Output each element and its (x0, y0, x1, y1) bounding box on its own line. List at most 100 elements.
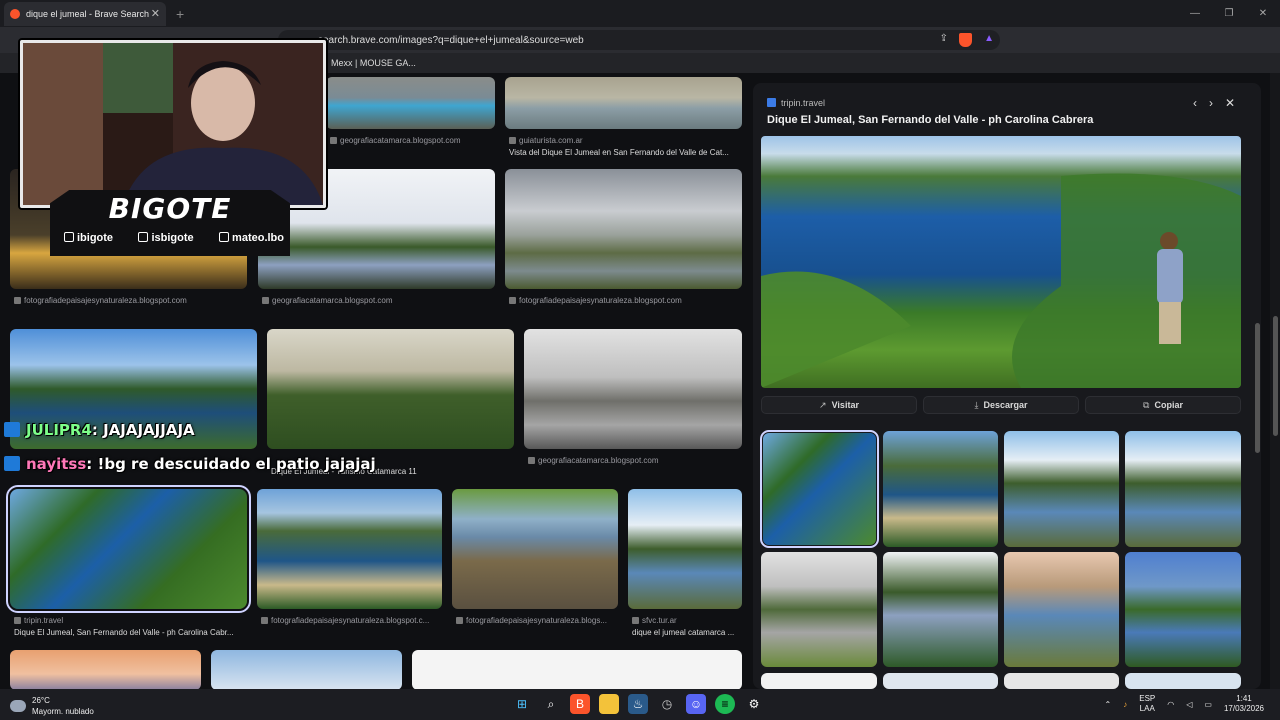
instagram-icon (219, 232, 230, 242)
brave-favicon-icon (10, 8, 20, 19)
system-tray: ⌃ ♪ ESP LAA ◠ ◁ ▭ 1:41 17/03/2026 (1105, 694, 1264, 714)
close-tab-icon[interactable]: ✕ (151, 7, 160, 20)
panel-scrollbar[interactable] (1253, 83, 1261, 689)
result-image[interactable] (267, 329, 514, 449)
external-link-icon: ↗ (819, 399, 827, 410)
taskbar-apps: ⊞ ⌕ B ♨ ◷ ☺ ≡ ⚙ (512, 694, 764, 714)
result-image[interactable] (505, 77, 742, 129)
result-source[interactable]: fotografiadepaisajesynaturaleza.blogspot… (509, 296, 682, 305)
clock-app-icon[interactable]: ◷ (657, 694, 677, 714)
weather-widget[interactable]: 26°C Mayorm. nublado (10, 695, 94, 717)
share-icon[interactable]: ⇪ (940, 33, 948, 44)
steam-icon[interactable]: ♨ (628, 694, 648, 714)
result-title[interactable]: dique el jumeal catamarca ... (632, 628, 742, 637)
result-source[interactable]: fotografiadepaisajesynaturaleza.blogspot… (14, 296, 187, 305)
copy-button[interactable]: ⧉ Copiar (1085, 396, 1241, 414)
site-favicon-icon (767, 98, 776, 107)
spotify-icon[interactable]: ≡ (715, 694, 735, 714)
clock[interactable]: 1:41 17/03/2026 (1224, 694, 1264, 714)
start-icon[interactable]: ⊞ (512, 694, 532, 714)
visit-button[interactable]: ↗ Visitar (761, 396, 917, 414)
result-title[interactable]: Dique El Jumeal, San Fernando del Valle … (14, 628, 246, 637)
related-image[interactable] (761, 673, 877, 689)
close-preview-icon[interactable]: ✕ (1225, 96, 1235, 110)
related-image[interactable] (1125, 552, 1241, 667)
instagram-handle: mateo.lbo (219, 232, 284, 244)
related-image[interactable] (883, 431, 998, 547)
site-favicon-icon (14, 297, 21, 304)
close-window-icon[interactable]: ✕ (1246, 0, 1280, 27)
result-source[interactable]: geografiacatamarca.blogspot.com (528, 456, 659, 465)
chat-message: nayitss: !bg re descuidado el patio jaja… (4, 455, 376, 473)
result-title[interactable]: Vista del Dique El Jumeal en San Fernand… (509, 148, 741, 157)
result-image[interactable] (326, 77, 495, 129)
file-explorer-icon[interactable] (599, 694, 619, 714)
minimize-icon[interactable]: — (1178, 0, 1212, 27)
tab-brave-search[interactable]: dique el jumeal - Brave Search ✕ (4, 1, 166, 26)
brave-app-icon[interactable]: B (570, 694, 590, 714)
wifi-icon[interactable]: ◠ (1167, 700, 1174, 709)
webcam-overlay (20, 40, 326, 208)
result-image[interactable] (10, 650, 201, 690)
maximize-icon[interactable]: ❐ (1212, 0, 1246, 27)
related-image[interactable] (883, 673, 998, 689)
tray-overflow-icon[interactable]: ⌃ (1105, 700, 1112, 709)
battery-icon[interactable]: ▭ (1204, 700, 1212, 709)
related-image[interactable] (1125, 431, 1241, 547)
result-image[interactable] (505, 169, 742, 289)
related-image[interactable] (1125, 673, 1241, 689)
related-image[interactable] (761, 552, 877, 667)
discord-icon[interactable]: ☺ (686, 694, 706, 714)
copy-icon: ⧉ (1143, 399, 1150, 410)
related-image[interactable] (1004, 673, 1119, 689)
result-image[interactable] (452, 489, 618, 609)
window-controls: — ❐ ✕ (1178, 0, 1280, 27)
result-source[interactable]: geografiacatamarca.blogspot.com (262, 296, 393, 305)
microphone-icon[interactable]: ♪ (1123, 700, 1127, 709)
url-field[interactable]: search.brave.com/images?q=dique+el+jumea… (278, 30, 1000, 50)
result-source[interactable]: fotografiadepaisajesynaturaleza.blogspot… (261, 616, 441, 625)
result-image[interactable] (257, 489, 442, 609)
related-image[interactable] (883, 552, 998, 667)
previous-icon[interactable]: ‹ (1193, 96, 1197, 110)
result-source[interactable]: tripin.travel (14, 616, 63, 625)
preview-title[interactable]: Dique El Jumeal, San Fernando del Valle … (767, 114, 1093, 126)
brave-rewards-icon[interactable]: ▲ (984, 33, 994, 44)
next-icon[interactable]: › (1209, 96, 1213, 110)
volume-icon[interactable]: ◁ (1186, 700, 1192, 709)
result-image[interactable] (412, 650, 742, 690)
chat-username: JULIPR4 (26, 421, 92, 439)
new-tab-icon[interactable]: + (176, 6, 184, 22)
windows-taskbar: 26°C Mayorm. nublado ⊞ ⌕ B ♨ ◷ ☺ ≡ ⚙ ⌃ ♪ … (0, 689, 1280, 720)
bookmark-item[interactable]: Mexx | MOUSE GA... (331, 58, 416, 68)
result-source[interactable]: fotografiadepaisajesynaturaleza.blogs... (456, 616, 618, 625)
tiktok-handle: isbigote (138, 232, 194, 244)
site-favicon-icon (509, 137, 516, 144)
result-source[interactable]: sfvc.tur.ar (632, 616, 677, 625)
related-image-selected[interactable] (760, 430, 879, 548)
page-scrollbar[interactable] (1270, 73, 1280, 689)
search-icon[interactable]: ⌕ (541, 694, 561, 714)
result-image[interactable] (211, 650, 402, 690)
twitch-icon (64, 232, 74, 242)
language-indicator[interactable]: ESP LAA (1139, 694, 1155, 714)
result-image[interactable] (524, 329, 742, 449)
related-image[interactable] (1004, 431, 1119, 547)
twitch-handle: ibigote (64, 232, 113, 244)
site-favicon-icon (456, 617, 463, 624)
preview-image[interactable] (761, 136, 1241, 388)
image-preview-panel: tripin.travel Dique El Jumeal, San Ferna… (753, 83, 1261, 689)
related-image[interactable] (1004, 552, 1119, 667)
site-favicon-icon (632, 617, 639, 624)
download-button[interactable]: ⤓ Descargar (923, 396, 1079, 414)
result-image-selected[interactable] (6, 485, 251, 613)
site-favicon-icon (528, 457, 535, 464)
site-favicon-icon (261, 617, 268, 624)
chat-badge-icon (4, 456, 20, 471)
result-source[interactable]: guiaturista.com.ar (509, 136, 583, 145)
settings-icon[interactable]: ⚙ (744, 694, 764, 714)
preview-source[interactable]: tripin.travel (767, 98, 825, 108)
brave-shields-icon[interactable] (959, 33, 972, 47)
result-image[interactable] (628, 489, 742, 609)
result-source[interactable]: geografiacatamarca.blogspot.com (330, 136, 461, 145)
